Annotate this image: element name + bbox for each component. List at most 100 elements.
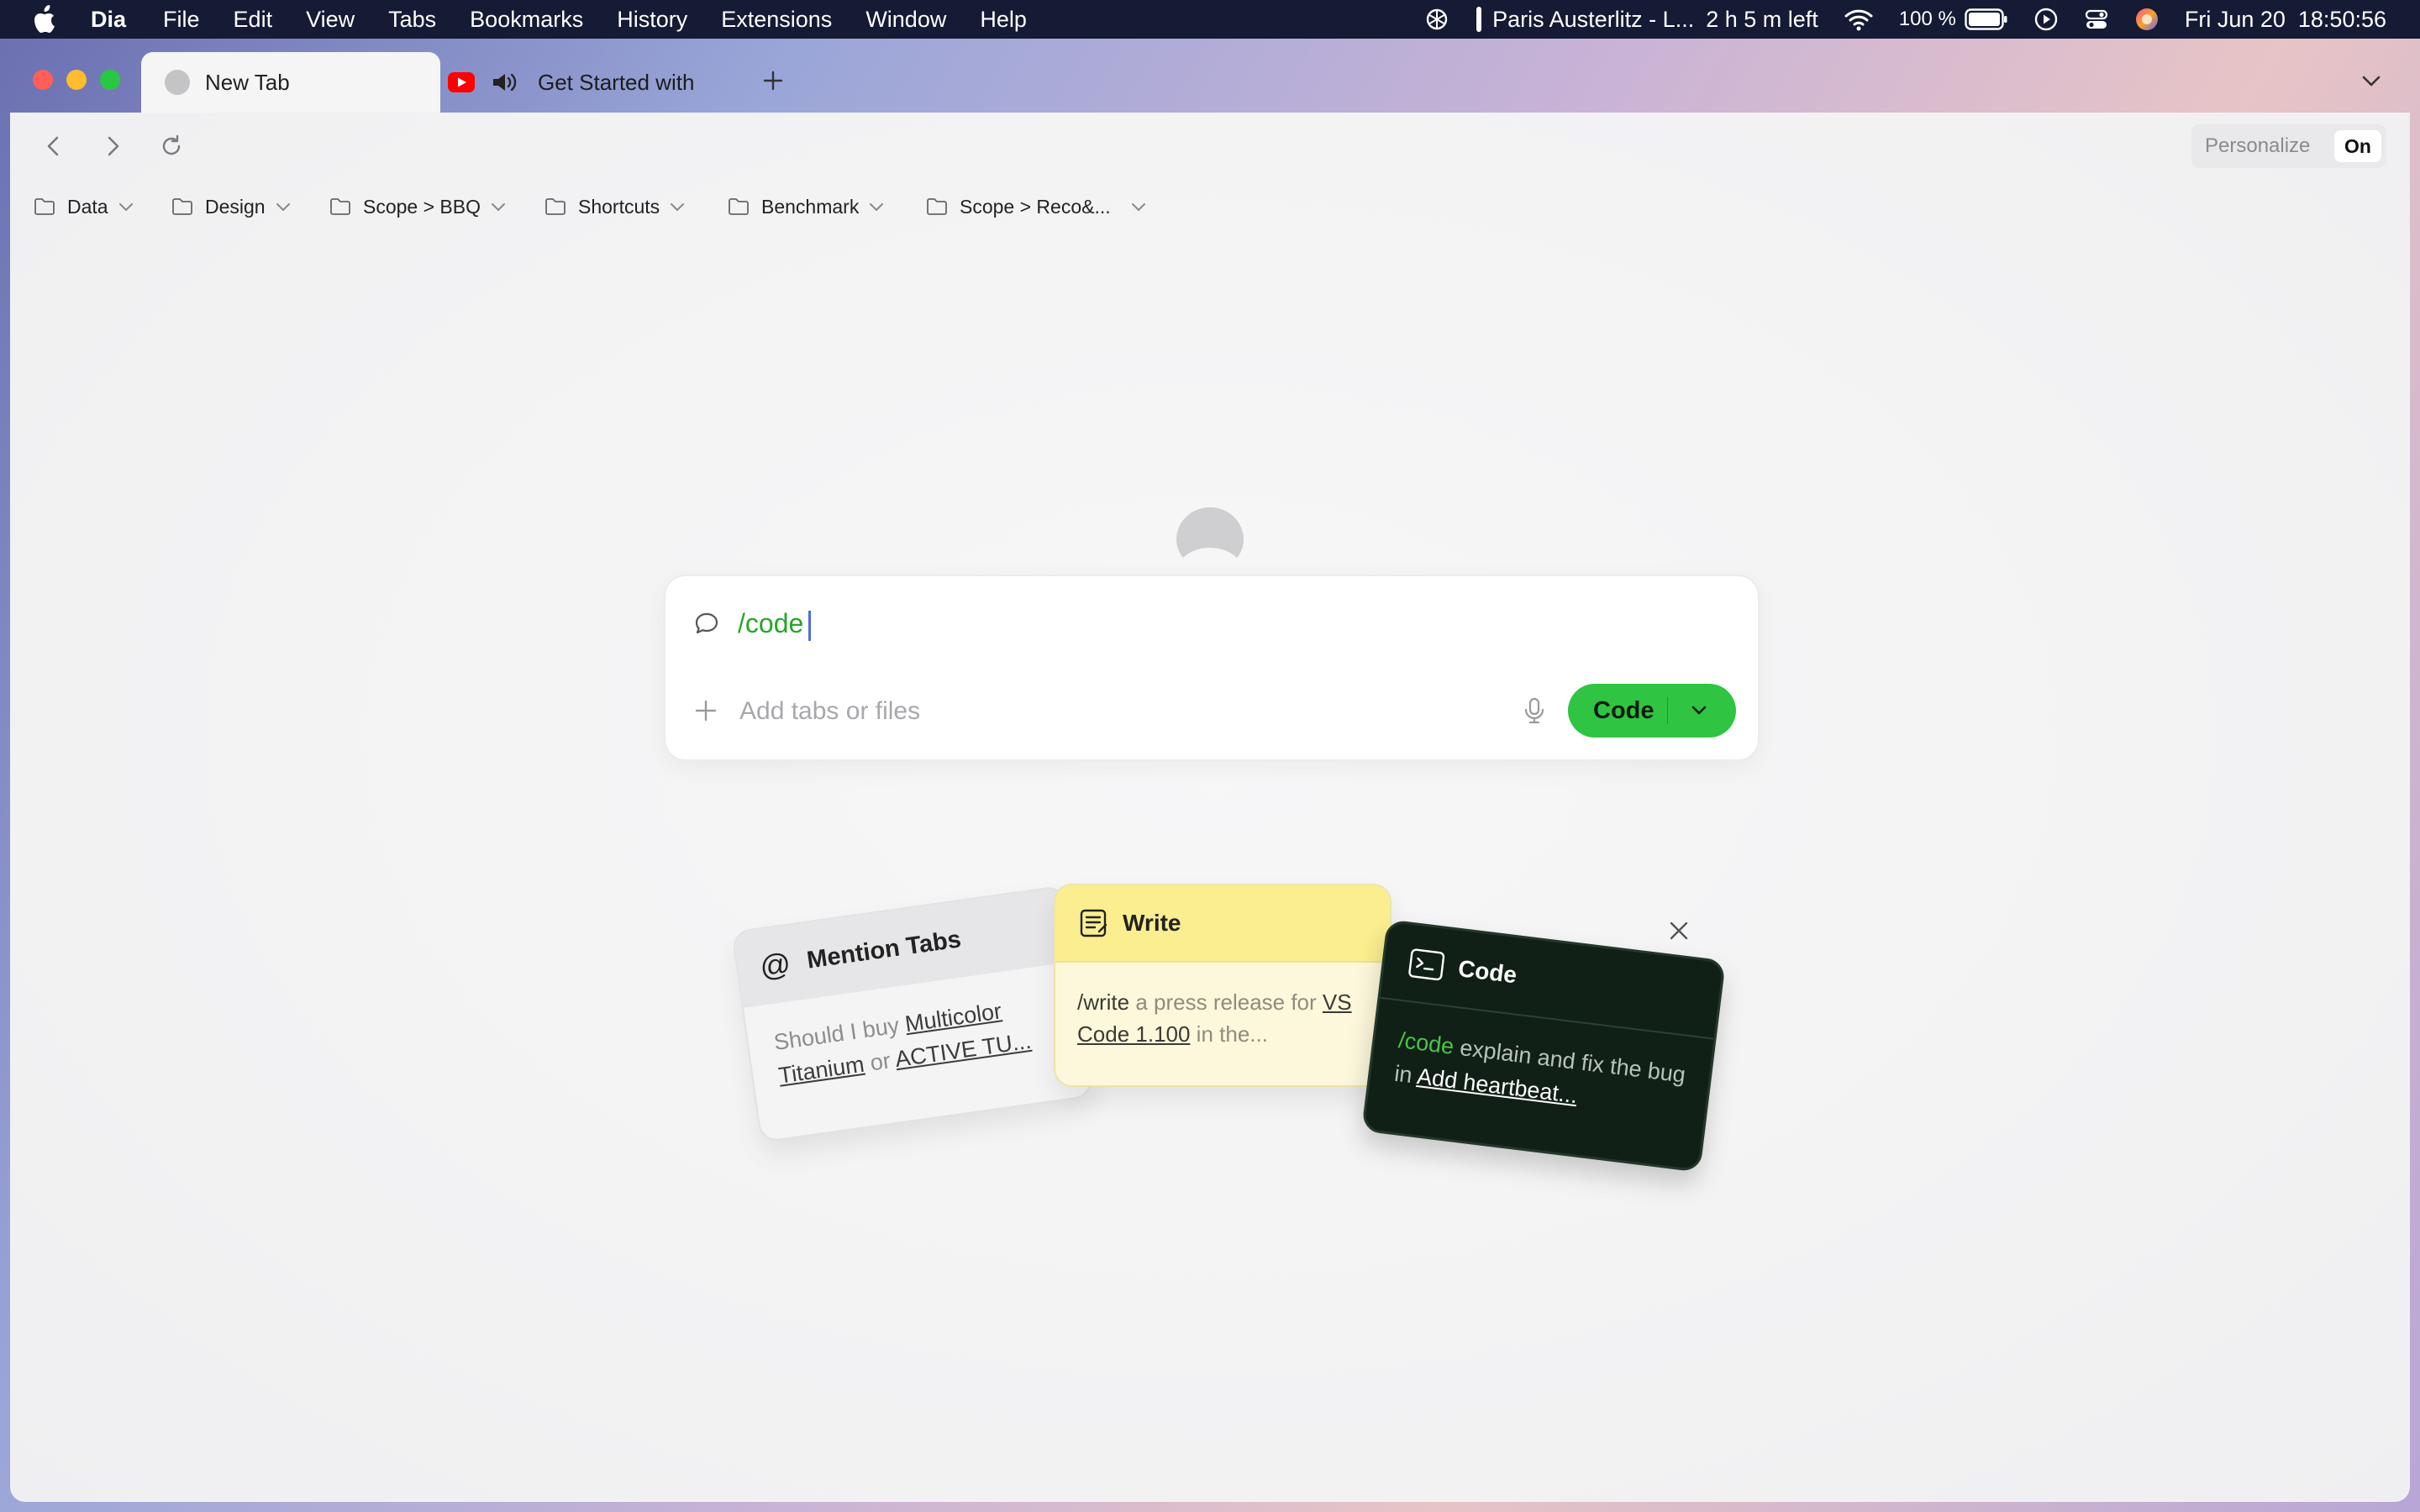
query-input[interactable]: /code [738,608,812,641]
card-title: Write [1123,910,1181,936]
chevron-left-icon [47,136,59,156]
chevron-down-icon[interactable] [1687,699,1711,722]
bookmark-folder-design[interactable]: Design [171,178,292,235]
bookmark-folder-scope-bbq[interactable]: Scope > BBQ [329,178,508,235]
chat-bubble-icon [695,612,718,634]
toolbar: Personalize On [10,113,2410,178]
menu-history[interactable]: History [617,7,687,33]
bookmarks-bar: Data Design Scope > BBQ Shortcuts Benchm [10,178,2410,235]
menu-app-name[interactable]: Dia [91,7,126,33]
menu-items: Dia File Edit View Tabs Bookmarks Histor… [91,0,1060,39]
tab-get-started[interactable]: Get Started with [447,52,724,113]
wifi-icon[interactable] [1844,8,1874,31]
card-text: in the... [1190,1021,1268,1047]
slash-command: /code [738,608,804,638]
folder-icon [927,198,947,215]
folder-icon [330,198,350,215]
personalize-control[interactable]: Personalize On [2191,124,2386,168]
bookmark-folder-scope-reco[interactable]: Scope > Reco&... [926,178,1148,235]
zoom-window-button[interactable] [100,70,120,90]
folder-icon [545,198,566,215]
menu-edit[interactable]: Edit [234,7,273,33]
now-playing-time-left: 2 h 5 m left [1706,6,1818,32]
page-content: Personalize On Data Design Scope > BBQ S… [10,113,2410,1502]
write-card[interactable]: Write /write a press release for VS Code… [1054,884,1392,1087]
personalize-label: Personalize [2205,134,2311,157]
tab-new-tab[interactable]: New Tab [141,52,440,113]
bookmark-label: Scope > BBQ [363,195,481,218]
menu-window[interactable]: Window [865,7,946,33]
code-mode-button[interactable]: Code [1568,684,1736,738]
browser-window: New Tab Get Started with Personalize On … [10,42,2410,1502]
mention-tabs-card[interactable]: @ Mention Tabs Should I buy Multicolor T… [731,885,1094,1143]
chevron-down-icon [118,203,133,212]
menu-file[interactable]: File [163,7,200,33]
bookmark-label: Design [205,195,266,218]
button-divider [1667,697,1668,724]
bookmark-folder-shortcuts[interactable]: Shortcuts [544,178,687,235]
status-area: Paris Austerlitz - L... 2 h 5 m left 100… [1398,0,2386,39]
siri-icon[interactable] [2134,7,2160,32]
document-lines-icon [1080,909,1107,937]
clock[interactable]: Fri Jun 20 18:50:56 [2185,7,2386,33]
menu-view[interactable]: View [306,7,355,33]
card-title: Code [1456,955,1518,989]
code-card[interactable]: Code /code explain and fix the bug in Ad… [1361,919,1726,1173]
chevron-right-icon [108,136,119,156]
card-command: /write [1077,990,1130,1015]
bookmark-label: Shortcuts [578,195,660,218]
forward-button[interactable] [96,129,129,163]
chatgpt-icon[interactable] [1423,6,1450,33]
chevron-down-icon [276,203,290,212]
menu-tabs[interactable]: Tabs [388,7,436,33]
reload-button[interactable] [155,129,188,163]
tab-overview-chevron-icon[interactable] [2356,66,2386,96]
youtube-icon [448,72,475,92]
tab-title: New Tab [205,69,290,95]
tab-title: Get Started with [538,69,695,95]
play-circle-icon[interactable] [2033,7,2059,32]
dismiss-cards-button[interactable] [1664,916,1694,946]
speaker-icon[interactable] [491,71,519,94]
terminal-icon [1408,948,1445,981]
personalize-toggle[interactable]: On [2334,130,2381,162]
text-cursor [808,610,812,641]
chevron-down-icon [492,203,505,212]
chat-composer: /code Code [664,575,1760,761]
menu-help[interactable]: Help [980,7,1027,33]
at-sign-icon: @ [757,945,793,984]
battery-icon[interactable] [1965,8,2008,30]
control-center-icon[interactable] [2084,7,2109,32]
apple-icon[interactable] [34,5,59,34]
chevron-down-icon [870,203,884,212]
bookmark-label: Benchmark [761,195,860,218]
now-playing-title[interactable]: Paris Austerlitz - L... [1492,7,1694,33]
bookmark-folder-benchmark[interactable]: Benchmark [728,178,886,235]
folder-icon [729,198,749,215]
battery-percent: 100 % [1898,8,1956,30]
card-header: Write [1055,885,1390,963]
bookmark-label: Data [67,195,108,218]
add-tabs-files-input[interactable] [738,689,1329,734]
bookmark-label: Scope > Reco&... [960,195,1111,218]
tab-strip: New Tab Get Started with [10,42,2410,113]
card-title: Mention Tabs [805,925,963,974]
menu-bookmarks[interactable]: Bookmarks [470,7,583,33]
close-icon [1670,921,1688,940]
menu-extensions[interactable]: Extensions [721,7,832,33]
card-text: a press release for [1129,990,1323,1015]
new-tab-button[interactable] [756,64,790,97]
bookmark-folder-data[interactable]: Data [34,178,135,235]
code-mode-label: Code [1593,696,1655,724]
card-body: /write a press release for VS Code 1.100… [1055,963,1390,1074]
now-playing-bar-icon [1476,5,1482,34]
folder-icon [34,198,55,215]
close-window-button[interactable] [33,70,53,90]
folder-icon [172,198,192,215]
back-button[interactable] [37,129,71,163]
microphone-icon[interactable] [1519,696,1549,726]
chevron-down-icon [671,203,685,212]
add-context-plus-icon[interactable] [692,697,719,724]
minimize-window-button[interactable] [66,70,87,90]
dia-logo-icon [1176,507,1244,558]
